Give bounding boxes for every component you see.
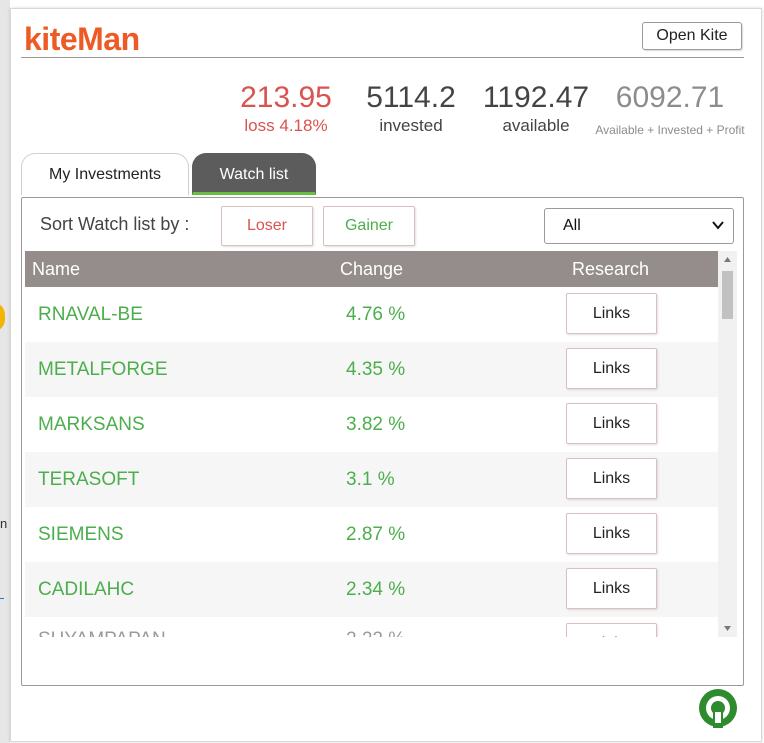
stock-name: SHYAMPAPAN (38, 629, 166, 637)
stock-name: SIEMENS (38, 524, 124, 545)
table-body: RNAVAL-BE 4.76 % Links METALFORGE 4.35 %… (25, 287, 718, 637)
available-value: 1192.47 (482, 81, 590, 114)
table-row: MARKSANS 3.82 % Links (25, 397, 718, 452)
scroll-down-arrow-icon[interactable] (718, 620, 737, 637)
open-source-icon (699, 689, 737, 728)
background-page-link (0, 598, 4, 599)
open-kite-button[interactable]: Open Kite (642, 22, 742, 50)
pnl-value: 213.95 (240, 81, 332, 114)
sort-gainer-button[interactable]: Gainer (323, 206, 415, 246)
stock-change: 2.34 % (346, 579, 406, 600)
table-header: Name Change Research (25, 251, 718, 287)
links-button[interactable]: Links (566, 293, 657, 334)
available-stat: 1192.47 available (481, 81, 591, 137)
extension-popup: kiteMan Open Kite 213.95 loss 4.18% 5114… (10, 8, 762, 742)
links-button[interactable]: Links (566, 458, 657, 499)
stock-name: MARKSANS (38, 414, 145, 435)
available-label: available (502, 116, 570, 135)
links-button[interactable]: Links (566, 513, 657, 554)
invested-stat: 5114.2 invested (361, 81, 461, 137)
table-row: TERASOFT 3.1 % Links (25, 452, 718, 507)
tab-watch-list[interactable]: Watch list (192, 153, 316, 195)
app-logo: kiteMan (24, 21, 140, 57)
background-page-edge (0, 0, 10, 743)
scroll-thumb[interactable] (722, 271, 733, 319)
scroll-up-arrow-icon[interactable] (718, 251, 737, 268)
stock-change: 3.1 % (346, 469, 395, 490)
total-label: Available + Invested + Profit (595, 123, 745, 137)
table-row: SHYAMPAPAN 2.22 % Links (25, 617, 718, 637)
stock-change: 2.22 % (346, 629, 405, 637)
links-button[interactable]: Links (566, 568, 657, 609)
stock-name: CADILAHC (38, 579, 135, 600)
stock-name: TERASOFT (38, 469, 140, 490)
header-research: Research (572, 259, 650, 279)
table-row: SIEMENS 2.87 % Links (25, 507, 718, 562)
table-row: METALFORGE 4.35 % Links (25, 342, 718, 397)
header-divider (21, 57, 744, 58)
stock-name: RNAVAL-BE (38, 304, 143, 325)
sort-label: Sort Watch list by : (40, 214, 190, 234)
tab-my-investments[interactable]: My Investments (21, 153, 189, 195)
table-row: CADILAHC 2.34 % Links (25, 562, 718, 617)
filter-selected-value: All (563, 217, 581, 234)
stock-change: 3.82 % (346, 414, 406, 435)
links-button[interactable]: Links (566, 623, 657, 637)
filter-select[interactable]: All (544, 208, 734, 244)
watch-list-table: Name Change Research RNAVAL-BE 4.76 % Li… (25, 251, 737, 637)
invested-value: 5114.2 (366, 81, 456, 114)
header-change: Change (340, 259, 404, 279)
links-button[interactable]: Links (566, 403, 657, 444)
watch-list-panel: Sort Watch list by : Loser Gainer All Na… (21, 197, 744, 686)
header-name: Name (32, 259, 81, 279)
total-stat: 6092.71 Available + Invested + Profit (595, 81, 745, 141)
stock-change: 2.87 % (346, 524, 406, 545)
background-page-text: n (0, 516, 8, 531)
pnl-label: loss 4.18% (244, 116, 328, 135)
stock-change: 4.76 % (346, 304, 406, 325)
pnl-stat: 213.95 loss 4.18% (231, 81, 341, 137)
table-row: RNAVAL-BE 4.76 % Links (25, 287, 718, 342)
invested-label: invested (379, 116, 443, 135)
table-scrollbar[interactable] (718, 251, 737, 637)
chevron-down-icon (712, 221, 724, 230)
links-button[interactable]: Links (566, 348, 657, 389)
stock-name: METALFORGE (38, 359, 168, 380)
total-value: 6092.71 (615, 81, 725, 114)
stock-change: 4.35 % (346, 359, 406, 380)
sort-loser-button[interactable]: Loser (221, 206, 313, 246)
